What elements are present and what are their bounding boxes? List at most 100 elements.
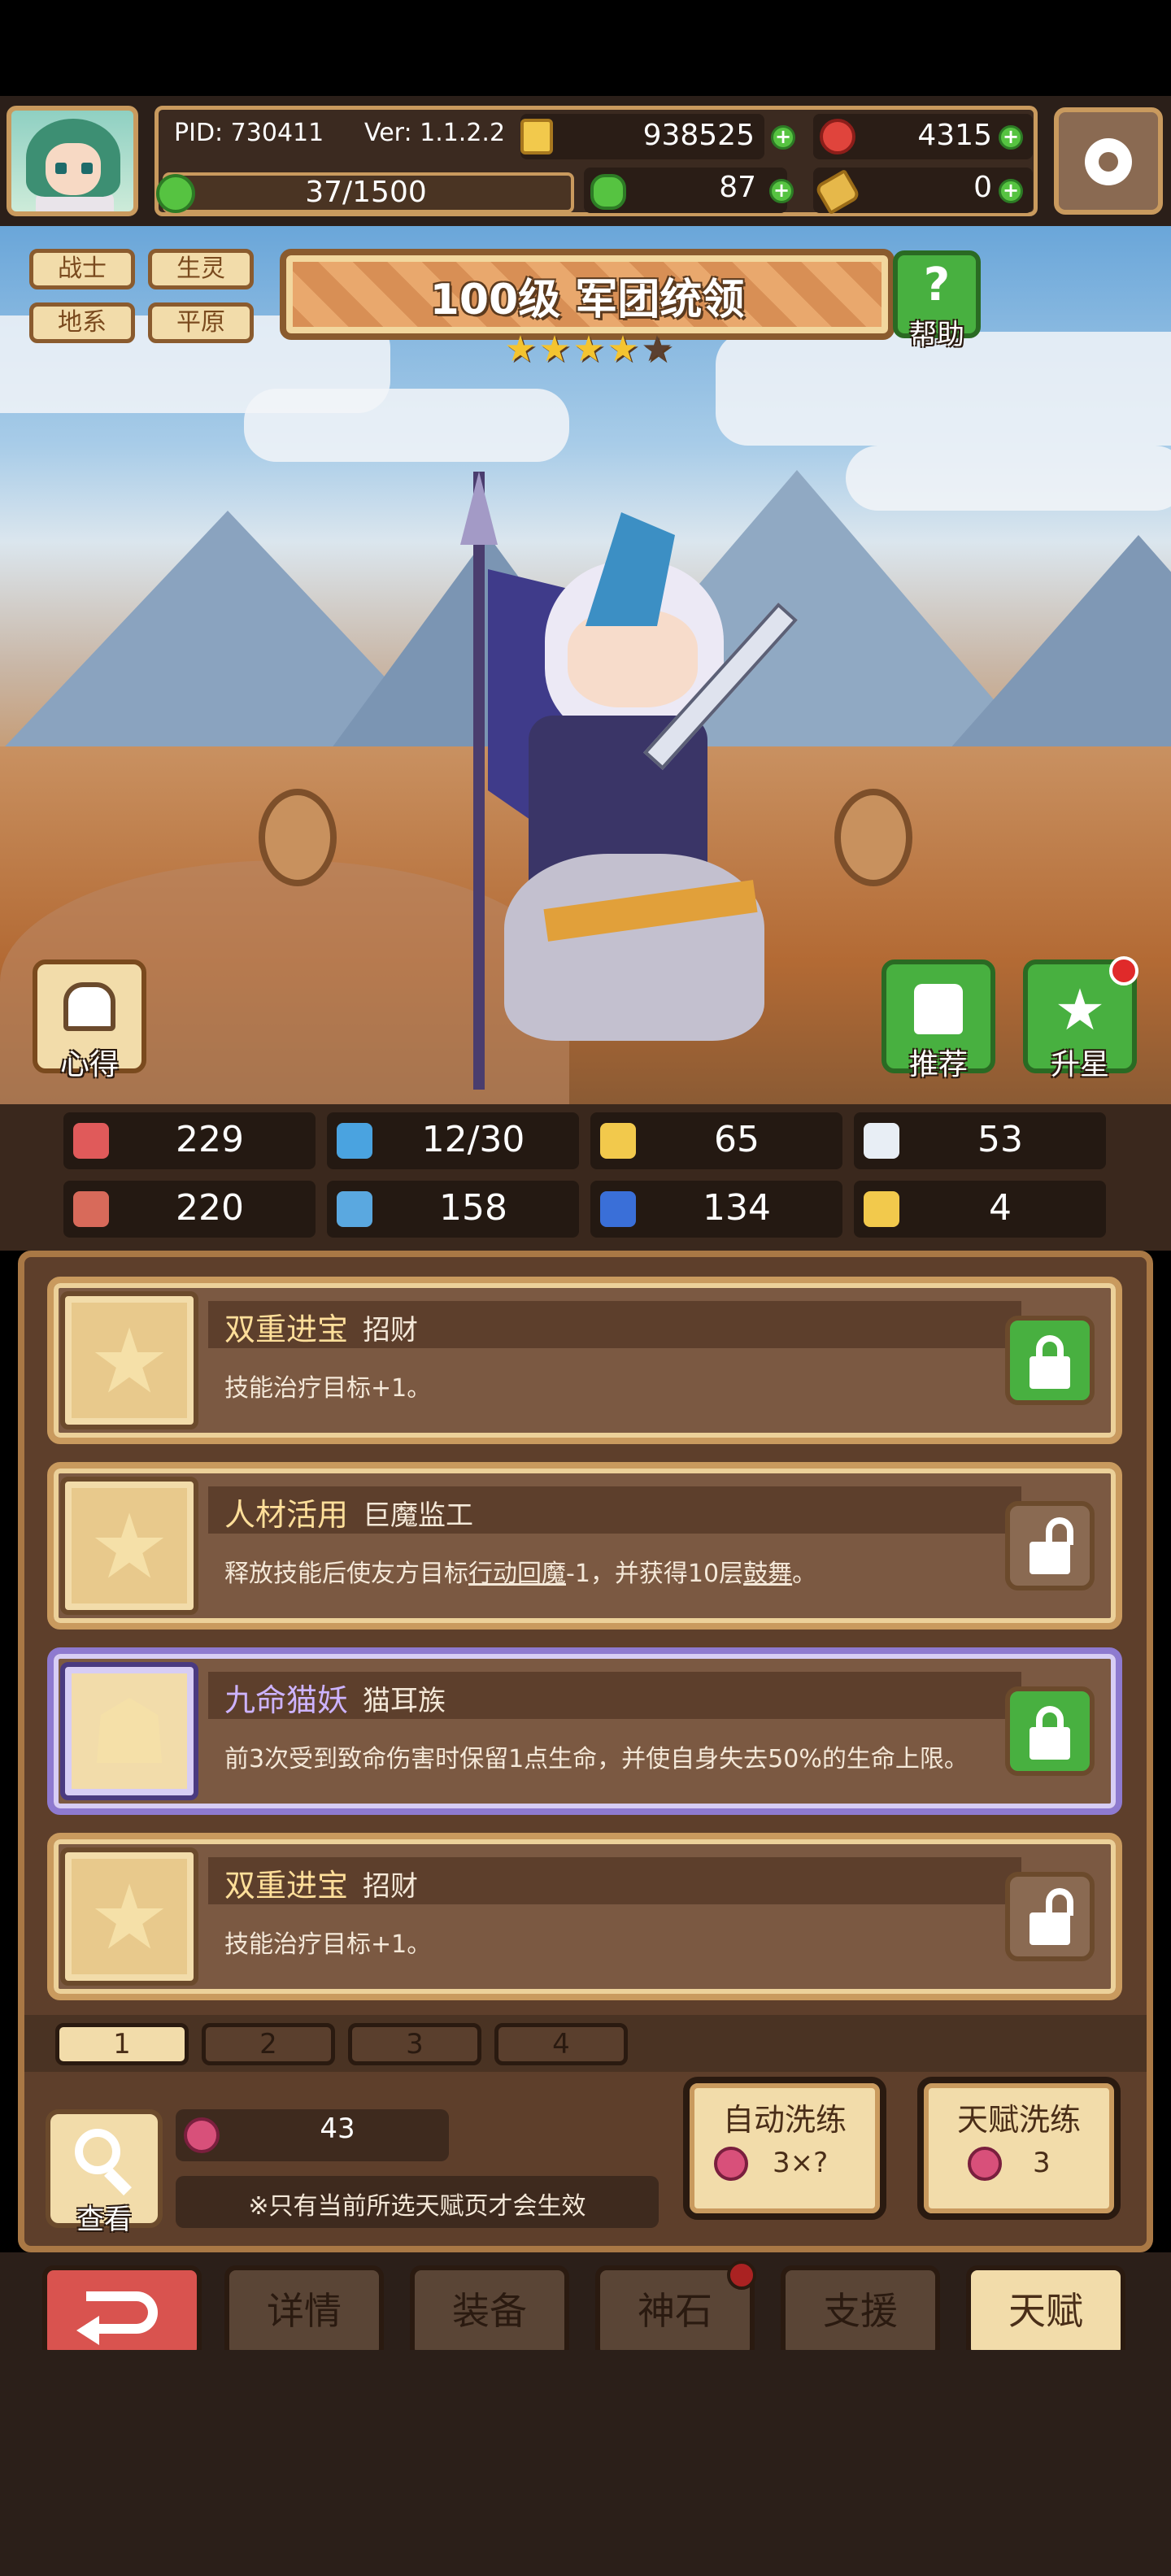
nav-tab-4[interactable]: 天赋 [966,2265,1125,2360]
back-button[interactable] [42,2265,202,2360]
magnet-icon [864,1191,899,1227]
page-note: ※只有当前所选天赋页才会生效 [248,2192,586,2221]
keyword-link[interactable]: 行动回魔 [468,1560,566,1588]
question-icon: ? [923,259,951,311]
talent-name: 九命猫妖 [224,1682,349,1718]
clover-value: 87 [719,171,756,204]
stat-value: 229 [176,1119,244,1160]
lock-body [1030,1727,1070,1760]
level-title: 100级 军团统领 [429,276,745,324]
gem-value: 4315 [917,119,992,152]
star-icon: ★ [641,329,673,370]
key-value: 0 [973,171,992,204]
magnifier-icon [75,2129,120,2174]
player-id: PID: 730411 [174,119,324,147]
nav-tab-1[interactable]: 装备 [410,2265,569,2360]
stat-value: 4 [989,1187,1012,1229]
star-talent-icon: ★ [60,1291,198,1429]
auto-refine-cost: 3×? [773,2147,829,2179]
lock-body [1030,1542,1070,1574]
helmet-icon [63,982,115,1031]
lock-button-locked[interactable] [1005,1316,1095,1405]
stat-value: 134 [703,1187,771,1229]
star-icon: ★ [607,329,639,370]
tag-element-earth[interactable]: 地系 [29,302,135,343]
notification-dot [727,2261,756,2290]
right-rune-slot[interactable] [834,789,912,886]
add-clover-button[interactable]: + [769,179,794,203]
talent-description: 释放技能后使友方目标行动回魔-1，并获得10层鼓舞。 [224,1553,989,1589]
nav-tab-0[interactable]: 详情 [224,2265,384,2360]
star-icon: ★ [504,329,537,370]
notification-dot [1109,956,1138,986]
berry-icon [714,2147,748,2181]
lock-icon [1046,1517,1073,1545]
talent-name: 人材活用 [224,1497,349,1533]
talent-description: 技能治疗目标+1。 [224,1930,432,1959]
talent-description: 前3次受到致命伤害时保留1点生命，并使自身失去50%的生命上限。 [224,1745,969,1773]
talent-refine-title: 天赋洗练 [956,2102,1081,2138]
tag-race-living[interactable]: 生灵 [148,249,254,289]
gold-value: 938525 [642,119,755,152]
game-version: Ver: 1.1.2.2 [364,119,506,147]
add-gem-button[interactable]: + [999,125,1023,150]
tag-terrain-plain[interactable]: 平原 [148,302,254,343]
thumbs-up-icon [914,984,963,1034]
view-label: 查看 [76,2204,132,2236]
berry-icon [184,2117,220,2153]
talent-tag: 巨魔监工 [363,1499,473,1532]
wing-icon [864,1123,899,1159]
shield-icon [600,1123,636,1159]
stat-value: 220 [176,1187,244,1229]
lock-button-locked[interactable] [1005,1686,1095,1776]
desc-text: 释放技能后使友方目标 [224,1560,468,1588]
talent-refine-cost: 3 [1033,2147,1051,2179]
recommend-label: 推荐 [908,1048,968,1081]
help-label: 帮助 [909,319,964,351]
star-talent-icon: ★ [60,1847,198,1986]
tag-class-warrior[interactable]: 战士 [29,249,135,289]
status-bar-area [0,0,1171,96]
heart-icon [73,1123,109,1159]
stat-value: 12/30 [421,1119,525,1160]
star-icon: ★ [572,329,605,370]
stat-value: 158 [439,1187,507,1229]
player-avatar[interactable] [7,106,138,216]
ruby-gem-icon [820,119,855,154]
bottom-fill [0,2350,1171,2576]
stat-value: 53 [977,1119,1023,1160]
talent-tag: 招财 [363,1870,418,1903]
talent-page-tab-2[interactable]: 2 [202,2023,335,2065]
lock-body [1030,1356,1070,1389]
talent-name: 双重进宝 [224,1312,349,1347]
star-icon: ★ [538,329,571,370]
star-up-label: 升星 [1050,1048,1109,1081]
boot-icon [600,1191,636,1227]
add-gold-button[interactable]: + [771,125,795,150]
cat-talent-icon: ☗ [60,1662,198,1800]
stat-value: 65 [714,1119,760,1160]
nav-tab-3[interactable]: 支援 [781,2265,940,2360]
lock-button-unlocked[interactable] [1005,1501,1095,1590]
auto-refine-title: 自动洗练 [722,2102,847,2138]
star-talent-icon: ★ [60,1477,198,1615]
add-key-button[interactable]: + [999,179,1023,203]
desc-text: -1，并获得10层 [566,1560,744,1588]
talent-name: 双重进宝 [224,1868,349,1904]
talent-page-tab-1[interactable]: 1 [55,2023,189,2065]
notes-label: 心得 [59,1048,119,1081]
talent-tag: 招财 [363,1314,418,1347]
settings-button[interactable] [1054,107,1163,215]
lock-icon [1046,1888,1073,1916]
left-rune-slot[interactable] [259,789,337,886]
talent-page-tab-3[interactable]: 3 [348,2023,481,2065]
talent-page-tab-4[interactable]: 4 [494,2023,628,2065]
gold-coin-icon [520,119,553,154]
talent-tag: 猫耳族 [363,1685,446,1717]
drop-icon [337,1123,372,1159]
lock-button-unlocked[interactable] [1005,1872,1095,1961]
desc-text: 。 [792,1560,817,1588]
hero-character [382,472,821,1090]
fist-icon [73,1191,109,1227]
keyword-link[interactable]: 鼓舞 [743,1560,792,1588]
